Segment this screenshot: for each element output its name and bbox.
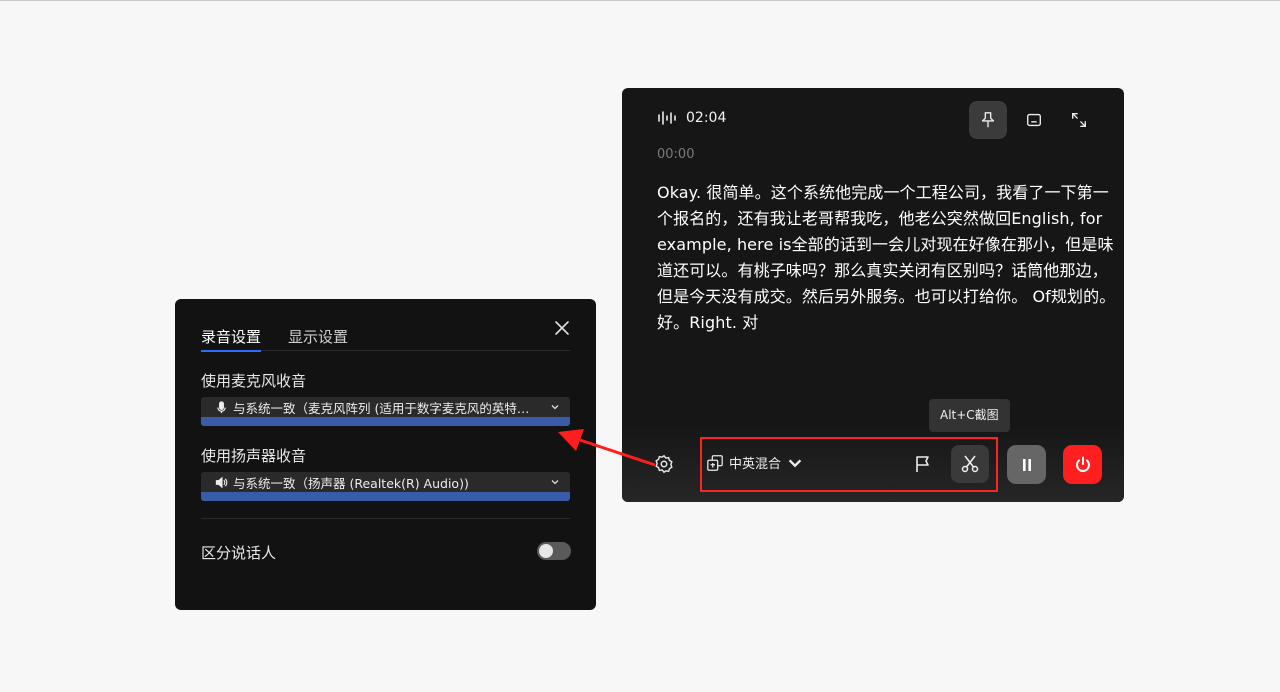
microphone-select[interactable]: 与系统一致（麦克风阵列 (适用于数字麦克风的英特… xyxy=(201,397,570,426)
stop-button[interactable] xyxy=(1063,445,1102,484)
speaker-icon xyxy=(215,476,228,488)
mark-button[interactable] xyxy=(913,454,933,474)
divider xyxy=(201,518,570,519)
select-accent-bar xyxy=(201,492,570,501)
toggle-knob xyxy=(539,544,553,558)
flag-icon xyxy=(916,456,929,472)
tab-recording-settings[interactable]: 录音设置 xyxy=(201,326,262,352)
expand-button[interactable] xyxy=(1060,101,1098,139)
settings-tabs: 录音设置 显示设置 xyxy=(201,326,570,352)
chevron-down-icon xyxy=(551,480,559,485)
speaker-diarization-label: 区分说话人 xyxy=(201,544,277,562)
expand-icon xyxy=(1072,113,1086,127)
segment-timestamp: 00:00 xyxy=(657,147,695,162)
speaker-value: 与系统一致（扬声器 (Realtek(R) Audio)) xyxy=(233,475,469,491)
language-label: 中英混合 xyxy=(729,457,782,472)
screenshot-tooltip: Alt+C截图 xyxy=(929,399,1010,432)
pause-icon xyxy=(1022,458,1031,471)
subtitle-button[interactable] xyxy=(1015,101,1053,139)
chevron-down-icon xyxy=(551,405,559,410)
speaker-label: 使用扬声器收音 xyxy=(201,447,307,465)
speaker-select[interactable]: 与系统一致（扬声器 (Realtek(R) Audio)) xyxy=(201,472,570,501)
close-icon xyxy=(555,321,569,335)
transcript-text: Okay. 很简单。这个系统他完成一个工程公司，我看了一下第一个报名的，还有我让… xyxy=(657,183,1116,332)
microphone-icon xyxy=(217,400,226,413)
gear-icon xyxy=(655,454,673,474)
select-accent-bar xyxy=(201,417,570,426)
page-top-border xyxy=(0,0,1280,1)
tab-display-settings[interactable]: 显示设置 xyxy=(288,326,348,351)
pause-button[interactable] xyxy=(1007,445,1046,484)
scissors-icon xyxy=(961,455,979,473)
power-icon xyxy=(1075,456,1090,472)
chevron-down-icon xyxy=(788,458,802,467)
recording-timer: 02:04 xyxy=(686,110,727,126)
waveform-icon xyxy=(658,111,676,125)
recording-status: 02:04 xyxy=(657,110,726,126)
pin-button[interactable] xyxy=(969,101,1007,139)
language-select[interactable]: 中英混合 xyxy=(706,453,804,472)
microphone-label: 使用麦克风收音 xyxy=(201,372,307,390)
pin-icon xyxy=(981,112,995,128)
subtitle-icon xyxy=(1027,113,1041,127)
settings-panel: 录音设置 显示设置 使用麦克风收音 与系统一致（麦克风阵列 (适用于数字麦克风的… xyxy=(175,299,596,610)
translate-icon xyxy=(707,454,723,471)
close-button[interactable] xyxy=(553,319,571,337)
settings-button[interactable] xyxy=(653,453,675,475)
microphone-value: 与系统一致（麦克风阵列 (适用于数字麦克风的英特… xyxy=(233,400,530,416)
speaker-diarization-toggle[interactable] xyxy=(537,542,571,560)
screenshot-button[interactable] xyxy=(951,445,989,483)
recorder-panel: 02:04 00:00 Okay. 很简单。这个系统他完成一个工程公司，我看了一… xyxy=(622,88,1124,502)
